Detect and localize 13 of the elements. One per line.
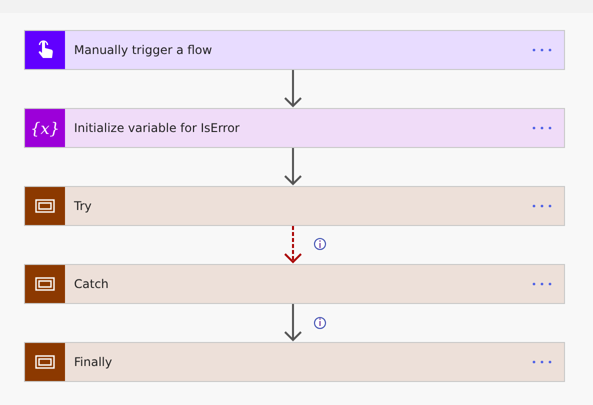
step-title: Initialize variable for IsError <box>73 120 241 137</box>
info-icon[interactable] <box>314 238 326 250</box>
step-title: Manually trigger a flow <box>73 42 214 59</box>
info-icon[interactable] <box>314 317 326 329</box>
step-title: Finally <box>73 354 114 371</box>
more-icon[interactable] <box>532 48 552 52</box>
more-icon[interactable] <box>532 126 552 130</box>
more-icon[interactable] <box>532 204 552 208</box>
more-icon[interactable] <box>532 282 552 286</box>
more-icon[interactable] <box>532 360 552 364</box>
step-title: Try <box>73 198 93 215</box>
variable-icon: {x} <box>25 109 65 147</box>
step-title: Catch <box>73 276 110 293</box>
